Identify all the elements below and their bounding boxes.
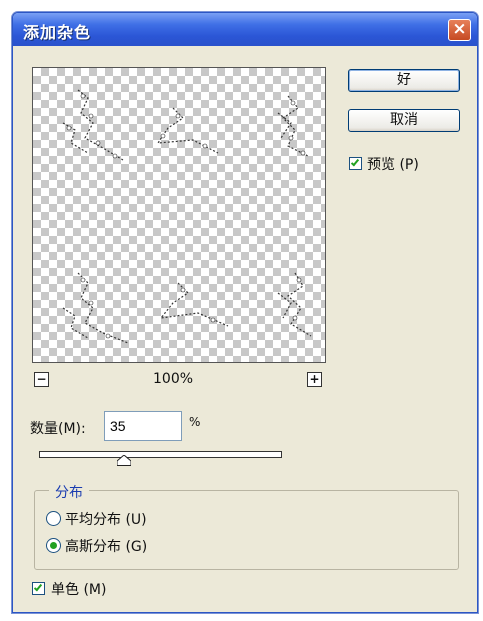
plus-icon: + (309, 372, 320, 386)
monochrome-checkbox-label: 单色 (M) (51, 582, 107, 598)
close-button[interactable]: × (448, 19, 471, 41)
check-icon (350, 157, 360, 167)
dialog-window: 添加杂色 × − 100% + 好 取消 预览 (P) 数量(M): 35 % … (12, 12, 478, 613)
minus-icon: − (36, 372, 47, 386)
zoom-out-button[interactable]: − (34, 372, 49, 387)
amount-input[interactable] (104, 411, 182, 441)
close-icon: × (452, 19, 467, 39)
preview-checkbox[interactable] (349, 157, 362, 170)
radio-uniform-label: 平均分布 (U) (65, 512, 147, 528)
check-icon (33, 582, 43, 592)
radio-selected-icon (50, 542, 57, 549)
radio-uniform[interactable] (46, 511, 61, 526)
preview-image (62, 89, 312, 344)
monochrome-checkbox[interactable] (32, 582, 45, 595)
cancel-button[interactable]: 取消 (348, 109, 460, 132)
ok-button[interactable]: 好 (348, 69, 460, 92)
distribution-title: 分布 (49, 482, 89, 502)
distribution-groupbox (34, 490, 459, 570)
radio-gaussian[interactable] (46, 538, 61, 553)
amount-label: 数量(M): (30, 421, 86, 437)
preview-checkbox-label: 预览 (P) (367, 157, 419, 173)
amount-unit: % (189, 415, 201, 429)
zoom-level: 100% (153, 371, 194, 387)
preview-canvas[interactable] (32, 67, 326, 363)
radio-gaussian-label: 高斯分布 (G) (65, 539, 148, 555)
title-bar[interactable]: 添加杂色 × (13, 13, 477, 46)
zoom-in-button[interactable]: + (307, 372, 322, 387)
dialog-title: 添加杂色 (23, 23, 92, 42)
amount-slider[interactable] (39, 451, 282, 458)
slider-thumb-icon[interactable] (117, 455, 132, 466)
